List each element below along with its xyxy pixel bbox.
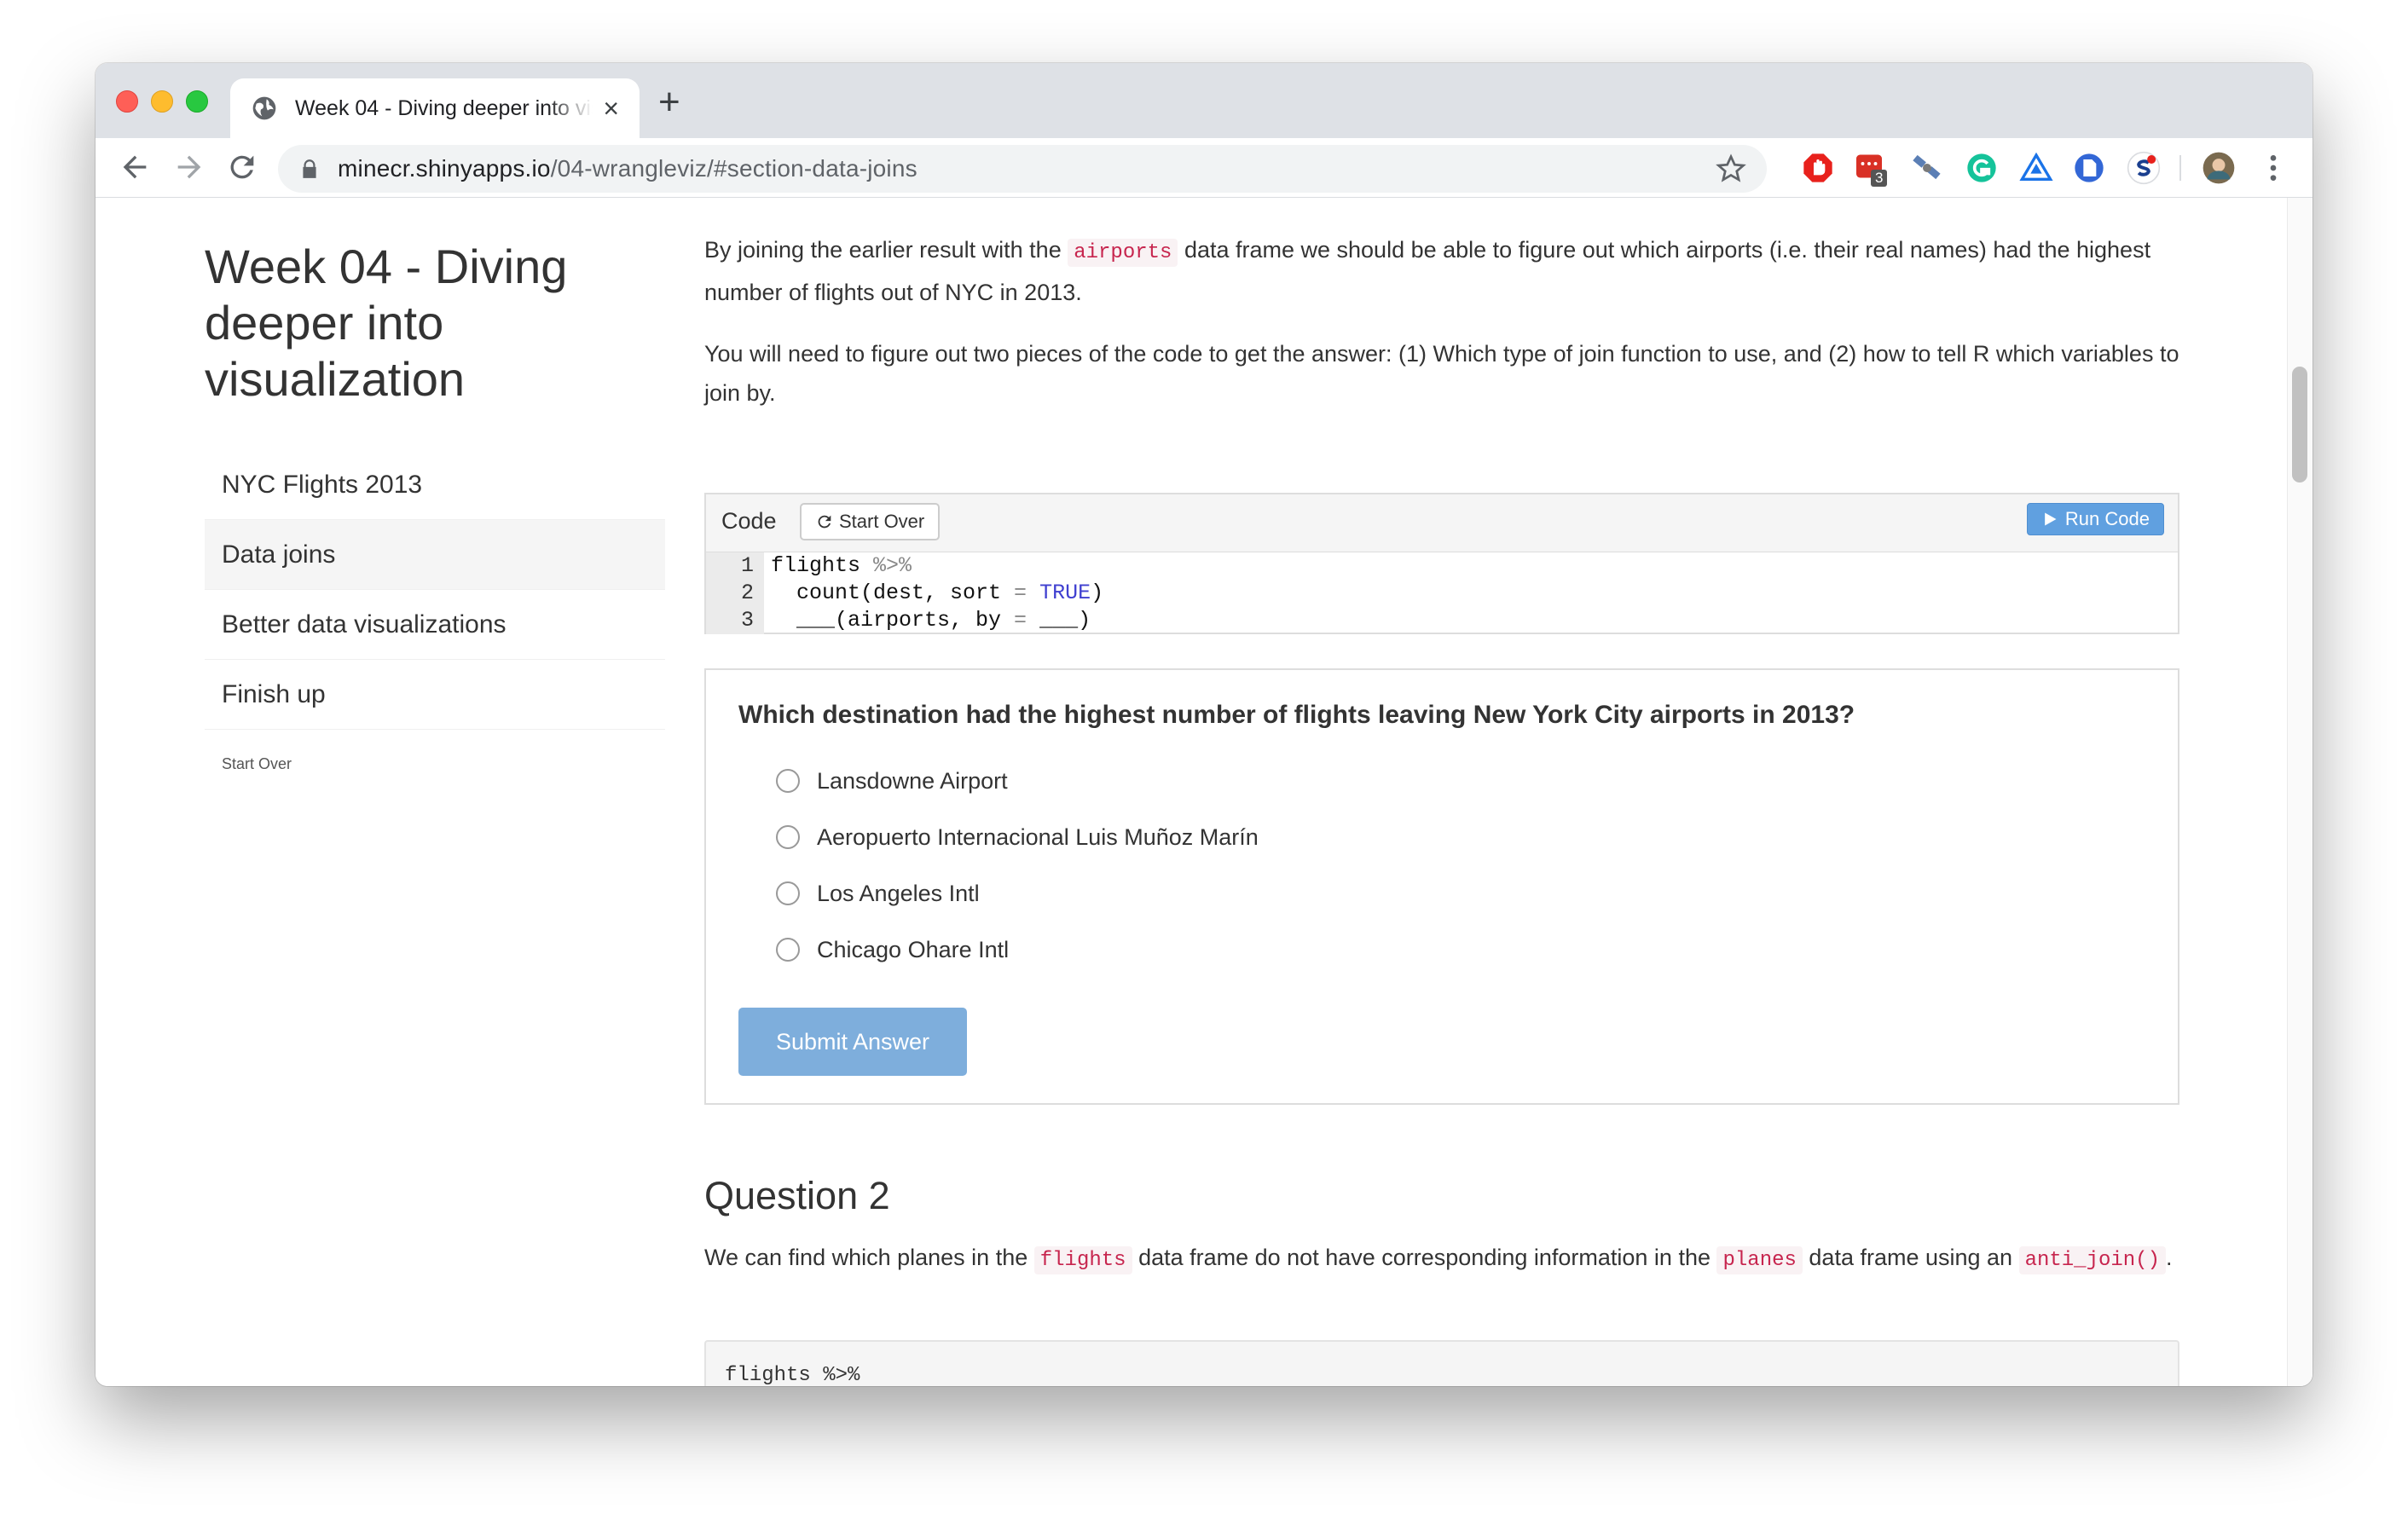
q2-text: data frame using an	[1802, 1245, 2019, 1270]
inline-code-airports: airports	[1068, 239, 1178, 267]
forward-icon[interactable]	[172, 150, 206, 184]
code-operator: %>%	[873, 553, 912, 578]
radio-button[interactable]	[776, 938, 800, 962]
sidebar-item-label: Finish up	[222, 679, 326, 708]
question-2-paragraph: We can find which planes in the flights …	[704, 1238, 2179, 1280]
extension-badge: 3	[1871, 170, 1888, 187]
browser-tab[interactable]: Week 04 - Diving deeper into visualizati…	[230, 78, 640, 138]
sidebar-item-better-viz[interactable]: Better data visualizations	[205, 590, 665, 660]
code-exercise-panel: Code Start Over Run Code 1 flights %>% 2	[704, 493, 2179, 634]
inline-code-flights: flights	[1033, 1246, 1132, 1274]
calendar-extension[interactable]: 3	[1854, 151, 1888, 187]
code-text: ___)	[1027, 608, 1091, 633]
quiz-option[interactable]: Lansdowne Airport	[776, 764, 1008, 798]
code-operator: =	[1014, 608, 1027, 633]
back-icon[interactable]	[118, 150, 152, 184]
page-content: Week 04 - Diving deeper into visualizati…	[96, 198, 2312, 1386]
sidebar-item-label: Better data visualizations	[222, 610, 506, 639]
quiz-option-label: Aeropuerto Internacional Luis Muñoz Marí…	[817, 823, 1259, 850]
sidebar-item-label: NYC Flights 2013	[222, 470, 423, 499]
tab-strip: Week 04 - Diving deeper into visualizati…	[96, 63, 2312, 138]
lock-icon	[303, 159, 316, 178]
sidebar: Week 04 - Diving deeper into visualizati…	[205, 239, 665, 773]
q2-text: .	[2166, 1245, 2173, 1270]
code-keyword: TRUE	[1039, 581, 1091, 605]
scrollbar-thumb[interactable]	[2292, 367, 2307, 483]
quiz-panel: Which destination had the highest number…	[704, 668, 2179, 1105]
intro-text: By joining the earlier result with the	[704, 237, 1068, 263]
satellite-icon[interactable]	[1910, 151, 1944, 185]
minimize-window-button[interactable]	[151, 90, 173, 113]
grammarly-icon[interactable]	[1965, 151, 1999, 185]
question-2-heading: Question 2	[704, 1174, 890, 1217]
sidebar-item-data-joins[interactable]: Data joins	[205, 520, 665, 590]
quiz-option[interactable]: Los Angeles Intl	[776, 876, 980, 910]
start-over-label: Start Over	[839, 511, 925, 532]
triangle-extension-icon[interactable]	[2019, 151, 2053, 185]
run-code-label: Run Code	[2064, 508, 2150, 529]
radio-button[interactable]	[776, 825, 800, 849]
avatar[interactable]	[2202, 151, 2236, 185]
menu-dots-icon[interactable]	[2256, 151, 2290, 185]
browser-window: Week 04 - Diving deeper into visualizati…	[96, 63, 2312, 1386]
submit-answer-button[interactable]: Submit Answer	[738, 1008, 967, 1076]
code-editor[interactable]: 1 flights %>% 2 count(dest, sort = TRUE)…	[706, 552, 2178, 634]
toolbar-divider	[2179, 155, 2181, 181]
refresh-icon	[818, 515, 831, 529]
code-line: 1 flights %>%	[706, 552, 2178, 580]
code-text: count(dest, sort	[771, 581, 1015, 605]
s-extension-icon[interactable]	[2127, 151, 2161, 185]
code-line: 2 count(dest, sort = TRUE)	[706, 580, 2178, 607]
instruction-paragraph: You will need to figure out two pieces o…	[704, 341, 2179, 406]
run-code-button[interactable]: Run Code	[2026, 503, 2164, 535]
quiz-question: Which destination had the highest number…	[738, 701, 1855, 729]
code-panel-header: Code Start Over Run Code	[706, 494, 2178, 552]
bookmark-star-icon[interactable]	[1716, 153, 1746, 184]
sidebar-start-over-link[interactable]: Start Over	[205, 755, 665, 773]
code-text: )	[1091, 581, 1104, 605]
sidebar-item-nyc-flights[interactable]: NYC Flights 2013	[205, 450, 665, 520]
quiz-option[interactable]: Chicago Ohare Intl	[776, 933, 1009, 967]
sidebar-item-label: Data joins	[222, 540, 336, 569]
start-over-button[interactable]: Start Over	[800, 503, 941, 540]
docs-extension-icon[interactable]	[2072, 151, 2106, 185]
intro-paragraph: By joining the earlier result with the a…	[704, 230, 2179, 413]
code-operator: =	[1014, 581, 1027, 605]
close-window-button[interactable]	[116, 90, 138, 113]
code-block: flights %>% anti_join(planes, by = c("ta…	[704, 1340, 2179, 1386]
code-label: Code	[721, 508, 777, 534]
inline-code-planes: planes	[1716, 1246, 1803, 1274]
scrollbar[interactable]	[2287, 198, 2312, 1386]
reload-icon[interactable]	[225, 150, 259, 184]
browser-toolbar: minecr.shinyapps.io/04-wrangleviz/#secti…	[96, 138, 2312, 198]
globe-icon	[252, 96, 276, 120]
line-number: 2	[740, 581, 754, 605]
sidebar-item-finish-up[interactable]: Finish up	[205, 660, 665, 730]
line-number: 3	[740, 608, 754, 633]
radio-button[interactable]	[776, 769, 800, 793]
q2-text: We can find which planes in the	[704, 1245, 1034, 1270]
table-of-contents: NYC Flights 2013 Data joins Better data …	[205, 450, 665, 730]
new-tab-button[interactable]: +	[658, 84, 680, 121]
quiz-option[interactable]: Aeropuerto Internacional Luis Muñoz Marí…	[776, 820, 1259, 854]
quiz-option-label: Chicago Ohare Intl	[817, 936, 1010, 962]
tab-title: Week 04 - Diving deeper into visualizati…	[295, 95, 593, 120]
quiz-option-label: Los Angeles Intl	[817, 880, 980, 906]
radio-button[interactable]	[776, 881, 800, 905]
page-title: Week 04 - Diving deeper into visualizati…	[205, 240, 568, 406]
code-line: 3 ___(airports, by = ___)	[706, 607, 2178, 634]
adblock-icon[interactable]	[1801, 151, 1835, 185]
play-icon	[2045, 512, 2057, 526]
q2-text: data frame do not have corresponding inf…	[1132, 1245, 1717, 1270]
code-text: ___(airports, by	[771, 608, 1015, 633]
quiz-option-label: Lansdowne Airport	[817, 767, 1008, 794]
url-text: minecr.shinyapps.io/04-wrangleviz/#secti…	[338, 155, 917, 182]
address-bar[interactable]: minecr.shinyapps.io/04-wrangleviz/#secti…	[278, 145, 1767, 193]
code-text: flights	[771, 553, 874, 578]
tab-close-button[interactable]: ×	[603, 95, 619, 122]
maximize-window-button[interactable]	[186, 90, 208, 113]
line-number: 1	[740, 553, 754, 578]
inline-code-anti-join: anti_join()	[2018, 1246, 2166, 1274]
